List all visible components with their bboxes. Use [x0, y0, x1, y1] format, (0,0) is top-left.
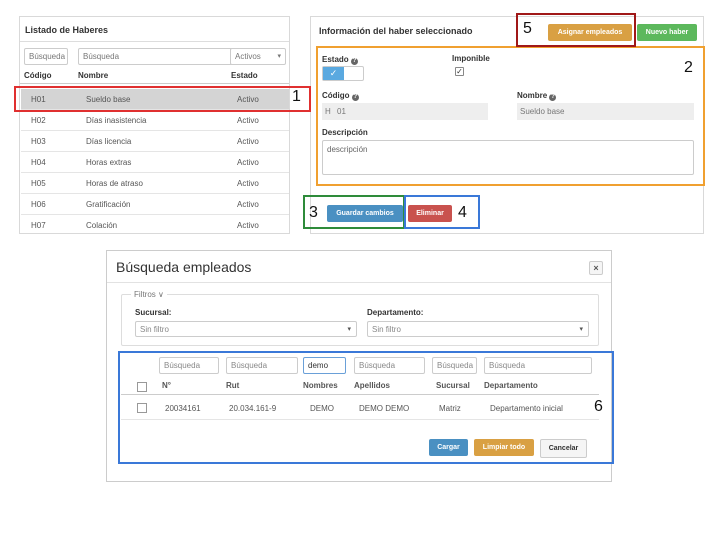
filters-toggle[interactable]: Filtros ∨: [131, 290, 167, 299]
sucursal-select-value: Sin filtro: [140, 325, 169, 334]
annotation-label-4: 4: [458, 204, 467, 221]
cell-nombre: Colación: [86, 221, 118, 230]
detail-title: Información del haber seleccionado: [319, 26, 473, 36]
sucursal-select[interactable]: Sin filtro ▾: [135, 321, 357, 337]
table-row[interactable]: H07 Colación Activo: [21, 215, 289, 236]
table-row[interactable]: H02 Días inasistencia Activo: [21, 110, 289, 131]
cell-estado: Activo: [237, 221, 259, 230]
annotation-label-3: 3: [309, 204, 318, 221]
cell-estado: Activo: [237, 158, 259, 167]
divider: [20, 83, 289, 84]
col-header-codigo[interactable]: Código: [24, 71, 52, 80]
annotation-box-2: [316, 46, 705, 186]
caret-down-icon: ▾: [579, 326, 583, 333]
cell-nombre: Gratificación: [86, 200, 131, 209]
departamento-select[interactable]: Sin filtro ▾: [367, 321, 589, 337]
cell-codigo: H06: [31, 200, 46, 209]
list-title: Listado de Haberes: [25, 25, 109, 35]
cell-estado: Activo: [237, 116, 259, 125]
annotation-label-6: 6: [594, 398, 603, 415]
sucursal-label: Sucursal:: [135, 308, 172, 317]
annotation-label-5: 5: [523, 20, 532, 37]
new-haber-button[interactable]: Nuevo haber: [637, 24, 697, 41]
table-row[interactable]: H03 Días licencia Activo: [21, 131, 289, 152]
estado-select[interactable]: Activos ▾: [230, 48, 286, 65]
cell-codigo: H03: [31, 137, 46, 146]
caret-down-icon: ▾: [277, 53, 281, 60]
divider: [107, 282, 611, 283]
haberes-list-panel: Listado de Haberes Búsqueda Búsqueda Act…: [19, 16, 290, 234]
annotation-box-5: [516, 13, 636, 47]
cell-codigo: H04: [31, 158, 46, 167]
cell-estado: Activo: [237, 200, 259, 209]
annotation-label-2: 2: [684, 59, 693, 76]
table-row[interactable]: H06 Gratificación Activo: [21, 194, 289, 215]
cell-nombre: Días licencia: [86, 137, 132, 146]
estado-select-value: Activos: [235, 52, 261, 61]
cell-codigo: H02: [31, 116, 46, 125]
filters-fieldset: [121, 294, 599, 346]
table-row[interactable]: H04 Horas extras Activo: [21, 152, 289, 173]
modal-title: Búsqueda empleados: [116, 259, 252, 275]
annotation-box-4: [404, 195, 480, 229]
nombre-search-input[interactable]: Búsqueda: [78, 48, 241, 65]
departamento-select-value: Sin filtro: [372, 325, 401, 334]
codigo-search-input[interactable]: Búsqueda: [24, 48, 68, 65]
col-header-estado[interactable]: Estado: [231, 71, 258, 80]
cell-codigo: H07: [31, 221, 46, 230]
close-icon[interactable]: ×: [589, 261, 603, 275]
annotation-label-1: 1: [292, 88, 301, 105]
cell-codigo: H05: [31, 179, 46, 188]
annotation-box-3: [303, 195, 405, 229]
annotation-box-6: [118, 351, 614, 464]
cell-estado: Activo: [237, 179, 259, 188]
departamento-label: Departamento:: [367, 308, 424, 317]
cell-nombre: Días inasistencia: [86, 116, 147, 125]
annotation-box-1: [14, 86, 311, 112]
cell-nombre: Horas de atraso: [86, 179, 143, 188]
col-header-nombre[interactable]: Nombre: [78, 71, 108, 80]
caret-down-icon: ▾: [347, 326, 351, 333]
table-row[interactable]: H05 Horas de atraso Activo: [21, 173, 289, 194]
cell-nombre: Horas extras: [86, 158, 132, 167]
cell-estado: Activo: [237, 137, 259, 146]
divider: [20, 41, 289, 42]
